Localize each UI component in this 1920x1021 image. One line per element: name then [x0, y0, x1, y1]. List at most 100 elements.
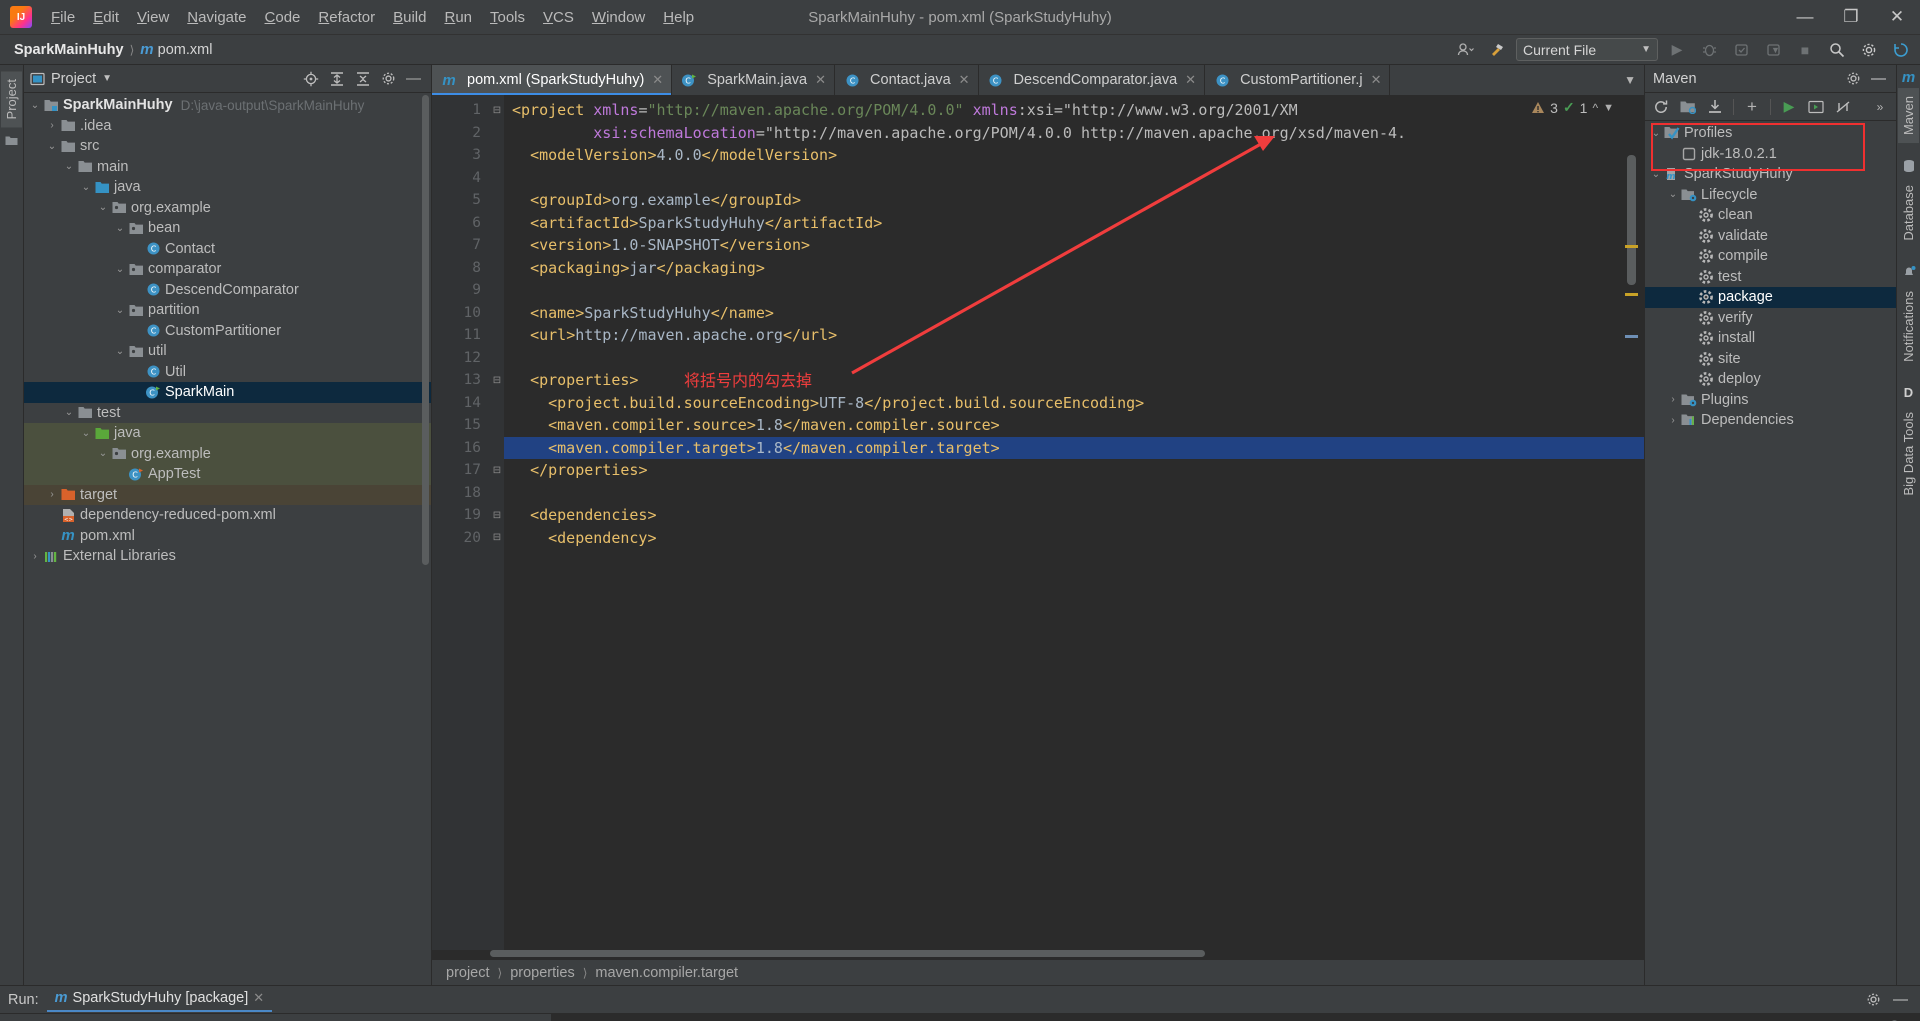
tree-item-apptest[interactable]: C AppTest [24, 464, 431, 485]
build-tree[interactable]: ⌄SparkStudyHuhy [package]:At 2022/11/1 1… [30, 1014, 552, 1021]
stop-icon[interactable]: ■ [1792, 38, 1818, 62]
maven-item-lifecycle[interactable]: ⌄ Lifecycle [1645, 185, 1896, 206]
hide-panel-icon[interactable]: — [1893, 991, 1908, 1008]
tree-item-src[interactable]: ⌄ src [24, 136, 431, 157]
editor-breadcrumb-2[interactable]: maven.compiler.target [595, 965, 738, 981]
code-line[interactable] [504, 482, 1644, 505]
code-line[interactable]: <url>http://maven.apache.org</url> [504, 324, 1644, 347]
tree-item-partition[interactable]: ⌄ partition [24, 300, 431, 321]
debug-icon[interactable] [1696, 38, 1722, 62]
chevron-down-icon[interactable]: ⌄ [79, 428, 93, 439]
expand-all-icon[interactable] [329, 71, 345, 87]
chevron-right-icon[interactable]: › [45, 120, 59, 131]
run-icon[interactable]: ▶ [1664, 38, 1690, 62]
editor-marker-warning[interactable] [1625, 245, 1638, 248]
editor-breadcrumb-0[interactable]: project [446, 965, 490, 981]
minimize-button[interactable]: — [1782, 0, 1828, 34]
chevron-up-icon[interactable]: ^ [1592, 101, 1598, 115]
maven-item-compile[interactable]: compile [1645, 246, 1896, 267]
maven-item-package[interactable]: package [1645, 287, 1896, 308]
fold-marker-icon[interactable]: ⊟ [490, 99, 504, 122]
chevron-down-icon[interactable]: ⌄ [113, 346, 127, 357]
chevron-down-icon[interactable]: ⌄ [113, 305, 127, 316]
editor-tab-strip[interactable]: m pom.xml (SparkStudyHuhy) ✕ C SparkMain.jav… [432, 65, 1644, 95]
editor-breadcrumb-1[interactable]: properties [510, 965, 574, 981]
chevron-down-icon[interactable]: ⌄ [62, 407, 76, 418]
chevron-down-icon[interactable]: ⌄ [62, 161, 76, 172]
maven-item-deploy[interactable]: deploy [1645, 369, 1896, 390]
tree-item-bean[interactable]: ⌄ bean [24, 218, 431, 239]
coverage-icon[interactable] [1728, 38, 1754, 62]
chevron-down-icon[interactable]: ⌄ [45, 141, 59, 152]
code-line[interactable]: <properties> [504, 369, 1644, 392]
project-folder-icon[interactable] [2, 129, 22, 151]
reload-icon[interactable] [1649, 96, 1673, 118]
chevron-right-icon[interactable]: › [1666, 415, 1680, 426]
code-line[interactable]: <project.build.sourceEncoding>UTF-8</pro… [504, 392, 1644, 415]
tree-item-external-libraries[interactable]: › External Libraries [24, 546, 431, 567]
inspection-widget[interactable]: 3 ✓ 1 ^ ▼ [1531, 99, 1614, 116]
fold-marker-icon[interactable]: ⊟ [490, 527, 504, 550]
editor-hscrollbar-track[interactable] [432, 950, 1644, 959]
code-content[interactable]: <project xmlns="http://maven.apache.org/… [504, 95, 1644, 959]
update-project-icon[interactable] [1888, 38, 1914, 62]
run-icon[interactable]: ▶ [1777, 96, 1801, 118]
gear-icon[interactable] [1866, 992, 1881, 1007]
search-icon[interactable] [1824, 38, 1850, 62]
editor-scrollbar[interactable] [1627, 155, 1636, 285]
maven-item-site[interactable]: site [1645, 349, 1896, 370]
run-configuration-selector[interactable]: Current File ▼ [1516, 38, 1658, 61]
maven-item-jdk-18.0.2.1[interactable]: jdk-18.0.2.1 [1645, 144, 1896, 165]
editor-hscrollbar-thumb[interactable] [490, 950, 1205, 957]
chevron-right-icon[interactable]: › [28, 551, 42, 562]
menu-item-edit[interactable]: Edit [84, 5, 128, 30]
fold-gutter[interactable]: ⊟ ⊟ ⊟ ⊟ ⊟ [490, 95, 504, 959]
project-tree[interactable]: ⌄ SparkMainHuhy D:\java-output\SparkMainHu… [24, 93, 431, 985]
execute-goal-icon[interactable] [1804, 96, 1828, 118]
code-line[interactable]: <project xmlns="http://maven.apache.org/… [504, 99, 1644, 122]
maven-item-plugins[interactable]: › Plugins [1645, 390, 1896, 411]
code-line[interactable]: <packaging>jar</packaging> [504, 257, 1644, 280]
chevron-down-icon[interactable]: ▼ [1616, 65, 1644, 95]
fold-marker-icon[interactable]: ⊟ [490, 459, 504, 482]
tree-item-util[interactable]: C Util [24, 362, 431, 383]
tree-item-dependency-reduced-pom-xml[interactable]: <> dependency-reduced-pom.xml [24, 505, 431, 526]
editor-marker-warning[interactable] [1625, 293, 1638, 296]
tree-item-pom-xml[interactable]: m pom.xml [24, 526, 431, 547]
fold-marker-icon[interactable]: ⊟ [490, 504, 504, 527]
editor-breadcrumb[interactable]: project ⟩ properties ⟩ maven.compiler.ta… [432, 959, 1644, 985]
tree-item--idea[interactable]: › .idea [24, 116, 431, 137]
code-editor[interactable]: 1 2 3 4 5 6 7 8 9 10 11 12 13 14 15 16 17 18 19 20 ⊟ ⊟ ⊟ ⊟ ⊟ <p… [432, 95, 1644, 959]
tree-item-sparkmainhuhy[interactable]: ⌄ SparkMainHuhy D:\java-output\SparkMainHu… [24, 95, 431, 116]
code-line[interactable]: <name>SparkStudyHuhy</name> [504, 302, 1644, 325]
window-controls[interactable]: — ❐ ✕ [1782, 0, 1920, 34]
menu-item-navigate[interactable]: Navigate [178, 5, 255, 30]
chevron-down-icon[interactable]: ▼ [102, 73, 112, 84]
maven-item-clean[interactable]: clean [1645, 205, 1896, 226]
menu-item-code[interactable]: Code [256, 5, 310, 30]
code-line[interactable]: <maven.compiler.target>1.8</maven.compil… [504, 436, 1644, 459]
run-actions-strip[interactable]: ▶ ■ [0, 1014, 30, 1021]
maven-item-validate[interactable]: validate [1645, 226, 1896, 247]
close-icon[interactable]: ✕ [815, 72, 826, 88]
tree-item-test[interactable]: ⌄ test [24, 403, 431, 424]
download-sources-icon[interactable] [1703, 96, 1727, 118]
fold-marker-icon[interactable]: ⊟ [490, 369, 504, 392]
editor-tab-custompartitioner-j[interactable]: C CustomPartitioner.j ✕ [1205, 65, 1391, 95]
hide-panel-icon[interactable]: — [406, 70, 425, 87]
tree-item-main[interactable]: ⌄ main [24, 157, 431, 178]
editor-tab-pom-xml-sparkstudyhuhy-[interactable]: m pom.xml (SparkStudyHuhy) ✕ [432, 65, 673, 95]
breadcrumb-project[interactable]: SparkMainHuhy [14, 42, 124, 58]
chevron-right-icon[interactable]: › [45, 489, 59, 500]
close-icon[interactable]: ✕ [253, 990, 264, 1006]
project-tree-scrollbar[interactable] [422, 95, 429, 565]
close-icon[interactable]: ✕ [1185, 72, 1196, 88]
menu-item-vcs[interactable]: VCS [534, 5, 583, 30]
chevron-down-icon[interactable]: ⌄ [1666, 189, 1680, 200]
maven-item-install[interactable]: install [1645, 328, 1896, 349]
menu-item-tools[interactable]: Tools [481, 5, 534, 30]
chevron-down-icon[interactable]: ⌄ [113, 264, 127, 275]
console-output[interactable]: [INFO] ---------------------------------… [552, 1014, 1920, 1021]
close-icon[interactable]: ✕ [652, 72, 663, 88]
tree-item-org-example[interactable]: ⌄ org.example [24, 198, 431, 219]
